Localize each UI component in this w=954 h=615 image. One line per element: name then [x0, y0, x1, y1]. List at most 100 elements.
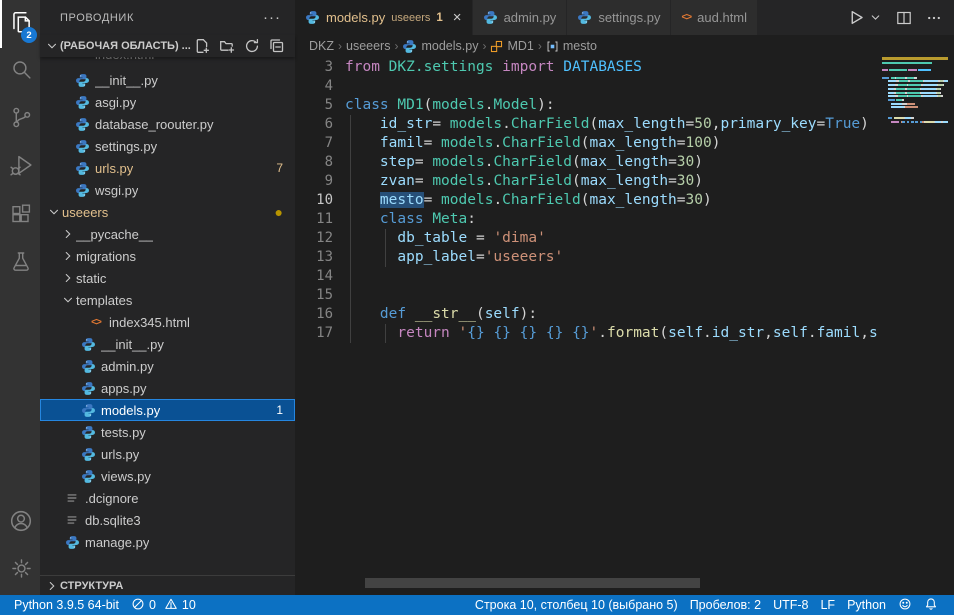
line-number-7[interactable]: 7: [295, 134, 333, 153]
tab-admin-py[interactable]: admin.py: [473, 0, 568, 35]
html-file-icon: <>: [74, 57, 90, 60]
line-number-10[interactable]: 10: [295, 191, 333, 210]
tree-file-asgi-py[interactable]: asgi.py: [40, 91, 295, 113]
activity-settings-button[interactable]: [0, 547, 40, 595]
tree-file--dcignore[interactable]: .dcignore: [40, 487, 295, 509]
activity-extensions-button[interactable]: [0, 192, 40, 240]
workspace-section-header[interactable]: (РАБОЧАЯ ОБЛАСТЬ) ...: [40, 35, 295, 57]
code-line-16[interactable]: def __str__(self):: [345, 305, 878, 324]
tree-file-database-roouter-py[interactable]: database_roouter.py: [40, 113, 295, 135]
line-number-12[interactable]: 12: [295, 229, 333, 248]
activity-run-debug-button[interactable]: [0, 144, 40, 192]
python-interpreter[interactable]: Python 3.9.5 64-bit: [8, 595, 125, 615]
notifications-button[interactable]: [918, 595, 944, 615]
tree-file-admin-py[interactable]: admin.py: [40, 355, 295, 377]
code-line-8[interactable]: step= models.CharField(max_length=30): [345, 153, 878, 172]
tree-file-wsgi-py[interactable]: wsgi.py: [40, 179, 295, 201]
cursor-position[interactable]: Строка 10, столбец 10 (выбрано 5): [469, 595, 684, 615]
tree-file-urls-py[interactable]: urls.py7: [40, 157, 295, 179]
language-mode[interactable]: Python: [841, 595, 892, 615]
line-number-11[interactable]: 11: [295, 210, 333, 229]
run-button[interactable]: [848, 9, 865, 26]
code-line-14[interactable]: [345, 267, 878, 286]
activity-search-button[interactable]: [0, 48, 40, 96]
line-number-16[interactable]: 16: [295, 305, 333, 324]
outline-section-header[interactable]: СТРУКТУРА: [40, 575, 295, 595]
line-number-9[interactable]: 9: [295, 172, 333, 191]
line-number-17[interactable]: 17: [295, 324, 333, 343]
breadcrumb-item-useeers[interactable]: useeers: [346, 39, 390, 53]
run-dropdown-button[interactable]: [869, 11, 882, 24]
close-icon[interactable]: ×: [453, 9, 462, 26]
tab-models-py[interactable]: models.pyuseeers1×: [295, 0, 473, 35]
tree-file-db-sqlite3[interactable]: db.sqlite3: [40, 509, 295, 531]
horizontal-scrollbar[interactable]: [365, 578, 700, 588]
tree-file--init-py[interactable]: __init__.py: [40, 69, 295, 91]
refresh-icon[interactable]: [244, 38, 260, 54]
line-number-14[interactable]: 14: [295, 267, 333, 286]
editor-group: models.py useeers 1 × admin.pysettings.py<>a…: [295, 0, 954, 595]
tree-file-models-py[interactable]: models.py1: [40, 399, 295, 421]
breadcrumb-item-mesto[interactable]: mesto: [546, 39, 597, 53]
tab-settings-py[interactable]: settings.py: [567, 0, 671, 35]
collapse-all-icon[interactable]: [269, 38, 285, 54]
tree-file--init-py[interactable]: __init__.py: [40, 333, 295, 355]
line-number-3[interactable]: 3: [295, 58, 333, 77]
tree-folder--pycache-[interactable]: __pycache__: [40, 223, 295, 245]
problems-indicator[interactable]: 0 10: [125, 595, 202, 615]
breadcrumb-item-md1[interactable]: MD1: [490, 39, 533, 53]
indentation-setting[interactable]: Пробелов: 2: [684, 595, 767, 615]
code-line-3[interactable]: from DKZ.settings import DATABASES: [345, 58, 878, 77]
tree-item-label: useeers: [62, 205, 108, 220]
line-number-15[interactable]: 15: [295, 286, 333, 305]
activity-explorer-button[interactable]: 2: [0, 0, 40, 48]
line-number-4[interactable]: 4: [295, 77, 333, 96]
code-line-5[interactable]: class MD1(models.Model):: [345, 96, 878, 115]
feedback-button[interactable]: [892, 595, 918, 615]
activity-account-button[interactable]: [0, 499, 40, 547]
tab-problems-badge: 1: [436, 12, 442, 24]
line-number-6[interactable]: 6: [295, 115, 333, 134]
code-editor[interactable]: 3 from DKZ.settings import DATABASES 45 cla…: [295, 57, 954, 595]
code-line-17[interactable]: return '{} {} {} {} {}'.format(self.id_s…: [345, 324, 878, 343]
tab-aud-html[interactable]: <>aud.html: [671, 0, 758, 35]
tree-file-index345-html[interactable]: <>index345.html: [40, 311, 295, 333]
tree-file-tests-py[interactable]: tests.py: [40, 421, 295, 443]
tree-folder-static[interactable]: static: [40, 267, 295, 289]
tree-file-urls-py[interactable]: urls.py: [40, 443, 295, 465]
chevron-right-icon: [44, 579, 60, 593]
code-line-13[interactable]: app_label='useeers': [345, 248, 878, 267]
code-line-9[interactable]: zvan= models.CharField(max_length=30): [345, 172, 878, 191]
activity-source-control-button[interactable]: [0, 96, 40, 144]
code-line-6[interactable]: id_str= models.CharField(max_length=50,p…: [345, 115, 878, 134]
new-file-icon[interactable]: [194, 38, 210, 54]
tree-folder-useeers[interactable]: useeers●: [40, 201, 295, 223]
line-number-5[interactable]: 5: [295, 96, 333, 115]
more-actions-icon[interactable]: ···: [263, 9, 281, 26]
breadcrumb-item-models-py[interactable]: models.py: [402, 39, 478, 54]
code-line-7[interactable]: famil= models.CharField(max_length=100): [345, 134, 878, 153]
tab-description: useeers: [391, 12, 430, 24]
tree-folder-templates[interactable]: templates: [40, 289, 295, 311]
code-line-12[interactable]: db_table = 'dima': [345, 229, 878, 248]
more-button[interactable]: [926, 10, 942, 26]
code-line-11[interactable]: class Meta:: [345, 210, 878, 229]
tree-file-index-html[interactable]: <>index.html: [40, 57, 295, 69]
line-number-8[interactable]: 8: [295, 153, 333, 172]
breadcrumb-item-dkz[interactable]: DKZ: [309, 39, 334, 53]
minimap[interactable]: [882, 57, 948, 125]
code-line-4[interactable]: [345, 77, 878, 96]
code-line-10[interactable]: mesto= models.CharField(max_length=30): [345, 191, 878, 210]
eol-setting[interactable]: LF: [814, 595, 841, 615]
new-folder-icon[interactable]: [219, 38, 235, 54]
activity-testing-button[interactable]: [0, 240, 40, 288]
tree-file-settings-py[interactable]: settings.py: [40, 135, 295, 157]
line-number-13[interactable]: 13: [295, 248, 333, 267]
tree-file-apps-py[interactable]: apps.py: [40, 377, 295, 399]
tree-file-manage-py[interactable]: manage.py: [40, 531, 295, 553]
tree-file-views-py[interactable]: views.py: [40, 465, 295, 487]
split-editor-button[interactable]: [896, 10, 912, 26]
code-line-15[interactable]: [345, 286, 878, 305]
tree-folder-migrations[interactable]: migrations: [40, 245, 295, 267]
encoding-setting[interactable]: UTF-8: [767, 595, 814, 615]
